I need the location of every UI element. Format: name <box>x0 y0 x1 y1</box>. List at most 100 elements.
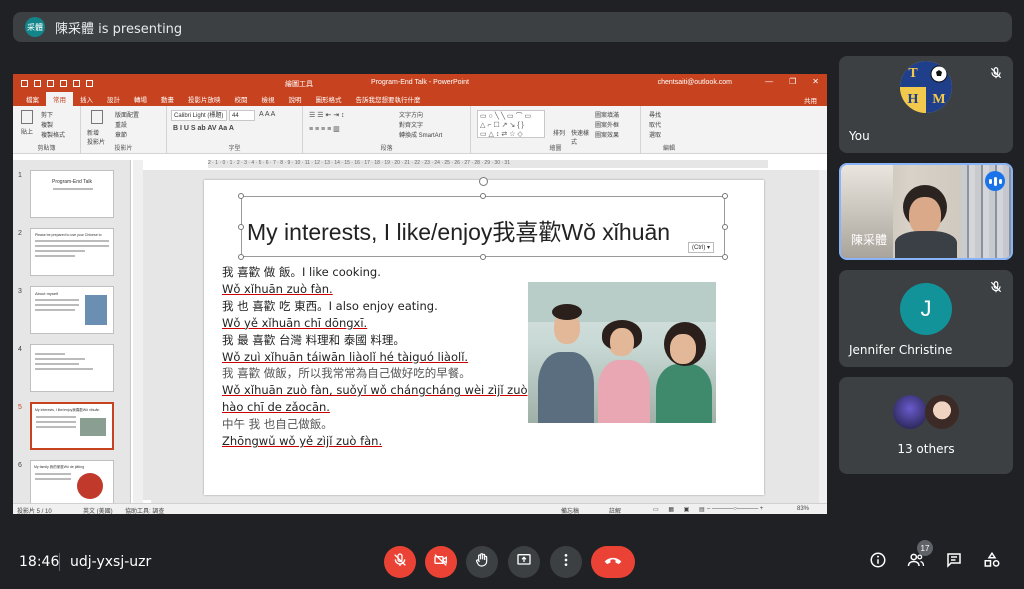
tab-home[interactable]: 常用 <box>46 92 73 106</box>
slide-thumb[interactable]: My family 我的家庭Wǒ de jiātíng <box>30 460 114 508</box>
info-icon <box>869 551 887 574</box>
raise-hand-button[interactable] <box>466 546 498 578</box>
zoom-slider[interactable]: – ─────○───── + <box>707 506 763 512</box>
accessibility-indicator[interactable]: 協助工具: 調查 <box>125 506 164 514</box>
comments-button[interactable]: 註解 <box>609 506 621 514</box>
notes-button[interactable]: 備忘稿 <box>561 506 579 514</box>
resize-handle[interactable] <box>722 254 728 260</box>
slide-thumb[interactable] <box>30 344 114 392</box>
tab-file[interactable]: 檔案 <box>19 92 46 106</box>
shape-outline-button[interactable]: 圖案外框 <box>595 120 619 129</box>
select-button[interactable]: 選取 <box>649 130 661 139</box>
shapes-gallery[interactable]: ▭ ○ ╲ ╲ ▭ ⌒ ▭ △ ⌐ ☐ ↗ ↘ { } ▭ △ ↕ ⇄ ☆ ◇ <box>477 110 545 138</box>
tab-view[interactable]: 檢視 <box>255 92 282 106</box>
participant-tile-speaker[interactable]: 陳采體 <box>839 163 1013 260</box>
shape-effects-button[interactable]: 圖案效果 <box>595 130 619 139</box>
ribbon-tabs: 檔案 常用 插入 設計 轉場 動畫 投影片放映 校閱 檢視 說明 圖形格式 告訴… <box>13 92 827 106</box>
clipboard-label: 剪貼簿 <box>37 146 56 152</box>
thumbnail-scrollbar[interactable] <box>133 160 143 503</box>
mic-off-icon <box>392 552 408 573</box>
reset-button[interactable]: 重設 <box>115 120 127 129</box>
layout-button[interactable]: 版面配置 <box>115 110 139 119</box>
tab-slideshow[interactable]: 投影片放映 <box>181 92 228 106</box>
slide-thumb-active[interactable]: My interests, I like/enjoy我喜歡Wǒ xǐhuān <box>30 402 114 450</box>
participant-name: Jennifer Christine <box>849 343 953 357</box>
align-buttons[interactable]: ≡ ≡ ≡ ≡ ▥ <box>309 125 340 133</box>
meeting-details-button[interactable] <box>868 552 888 572</box>
slide-body-text[interactable]: 我 喜歡 做 飯。I like cooking. Wǒ xǐhuān zuò f… <box>222 264 528 450</box>
find-button[interactable]: 尋找 <box>649 110 661 119</box>
clipboard-group: 貼上 剪下 複製 複製格式 剪貼簿 <box>13 106 81 154</box>
other-participant-avatar <box>893 395 927 429</box>
camera-toggle-button[interactable] <box>425 546 457 578</box>
cut-button[interactable]: 剪下 <box>41 110 53 119</box>
shape-fill-button[interactable]: 圖案填滿 <box>595 110 619 119</box>
slide-photo[interactable] <box>528 282 716 423</box>
resize-handle[interactable] <box>238 224 244 230</box>
activities-icon <box>983 551 1001 574</box>
share-button[interactable]: 共用 <box>804 95 817 105</box>
view-buttons[interactable]: ▭ ▦ ▣ ▤ <box>653 506 709 513</box>
people-count-badge: 17 <box>917 540 933 556</box>
end-call-button[interactable] <box>591 546 635 578</box>
text-direction-button[interactable]: 文字方向 <box>399 110 423 119</box>
rotate-handle[interactable] <box>479 177 488 186</box>
slide-scrollbar[interactable] <box>819 170 827 503</box>
close-icon[interactable]: ✕ <box>812 77 819 86</box>
language-indicator[interactable]: 英文 (美國) <box>83 506 113 514</box>
align-text-button[interactable]: 對齊文字 <box>399 120 423 129</box>
resize-handle[interactable] <box>480 193 486 199</box>
jennifer-avatar: J <box>900 283 952 335</box>
paste-button[interactable]: 貼上 <box>21 127 33 136</box>
list-buttons[interactable]: ☰ ☰ ⇤ ⇥ ↕ <box>309 111 345 119</box>
font-size-controls[interactable]: A A A <box>259 111 275 118</box>
tab-animations[interactable]: 動畫 <box>154 92 181 106</box>
thumb-title: Please be prepared to use your Chinese t… <box>35 233 102 237</box>
more-options-button[interactable] <box>550 546 582 578</box>
participant-tile-you[interactable]: T H M You <box>839 56 1013 153</box>
drawing-label: 繪圖 <box>549 146 562 152</box>
arrange-button[interactable]: 排列 <box>553 128 565 137</box>
editing-group: 尋找 取代 選取 編輯 <box>641 106 697 154</box>
font-name-select[interactable]: Calibri Light (標題) <box>171 110 227 121</box>
font-size-select[interactable]: 44 <box>229 110 255 121</box>
zoom-level[interactable]: 83% <box>797 506 809 512</box>
participant-tile-jennifer[interactable]: J Jennifer Christine <box>839 270 1013 367</box>
resize-handle[interactable] <box>722 224 728 230</box>
slide-thumb[interactable]: Please be prepared to use your Chinese t… <box>30 228 114 276</box>
copy-button[interactable]: 複製 <box>41 120 53 129</box>
paragraph-group: ☰ ☰ ⇤ ⇥ ↕ ≡ ≡ ≡ ≡ ▥ 文字方向 對齊文字 轉換成 SmartA… <box>303 106 471 154</box>
replace-button[interactable]: 取代 <box>649 120 661 129</box>
activities-button[interactable] <box>982 551 1002 574</box>
tab-help[interactable]: 說明 <box>282 92 309 106</box>
resize-handle[interactable] <box>722 193 728 199</box>
present-now-button[interactable] <box>508 546 540 578</box>
resize-handle[interactable] <box>480 254 486 260</box>
account-email[interactable]: chentsaiti@outlook.com <box>658 79 732 86</box>
chat-button[interactable] <box>944 552 964 572</box>
resize-handle[interactable] <box>238 193 244 199</box>
resize-handle[interactable] <box>238 254 244 260</box>
participant-tile-others[interactable]: 13 others <box>839 377 1013 474</box>
new-slide-icon[interactable] <box>91 110 103 124</box>
slide-thumb[interactable]: About myself <box>30 286 114 334</box>
section-button[interactable]: 章節 <box>115 130 127 139</box>
restore-icon[interactable]: ❐ <box>789 77 796 86</box>
paste-options-tag[interactable]: (Ctrl) ▾ <box>688 242 715 253</box>
slide-thumb[interactable]: Program-End Talk <box>30 170 114 218</box>
tab-transitions[interactable]: 轉場 <box>127 92 154 106</box>
paste-icon[interactable] <box>21 110 33 124</box>
text-format-buttons[interactable]: B I U S ab AV Aa A <box>173 125 234 132</box>
tab-review[interactable]: 校閱 <box>228 92 255 106</box>
tab-insert[interactable]: 插入 <box>73 92 100 106</box>
mic-toggle-button[interactable] <box>384 546 416 578</box>
minimize-icon[interactable]: — <box>765 77 773 86</box>
thumb-number: 1 <box>18 172 22 179</box>
body-line: 我 喜歡 做 飯。I like cooking. <box>222 265 381 279</box>
tab-design[interactable]: 設計 <box>100 92 127 106</box>
smartart-button[interactable]: 轉換成 SmartArt <box>399 130 442 139</box>
tab-shape-format[interactable]: 圖形格式 <box>309 92 349 106</box>
format-painter-button[interactable]: 複製格式 <box>41 130 65 139</box>
tell-me-search[interactable]: 告訴我您想要執行什麼 <box>349 92 428 106</box>
slide-title: My interests, I like/enjoy我喜歡Wǒ xǐhuān <box>247 219 671 245</box>
